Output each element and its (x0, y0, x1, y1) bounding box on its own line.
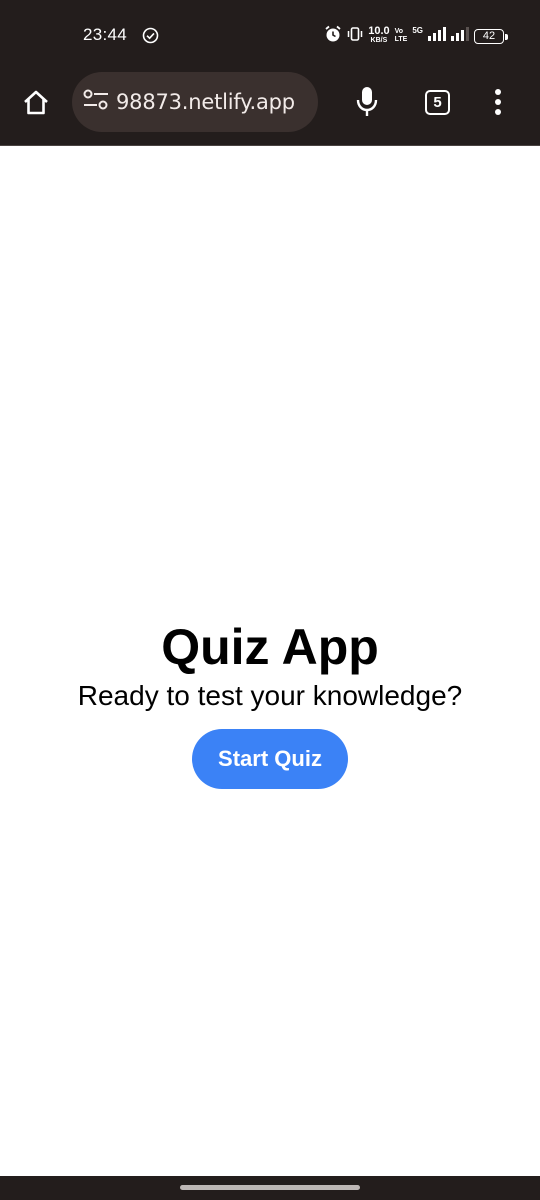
signal-icon-2 (451, 26, 469, 46)
net-speed: 10.0 KB/S (368, 25, 390, 45)
url-text: 98873.netlify.app (116, 90, 295, 114)
tab-switcher-button[interactable]: 5 (425, 90, 450, 115)
page-content: Quiz App Ready to test your knowledge? S… (0, 147, 540, 1176)
network-type: 5G (412, 25, 423, 35)
browser-toolbar: 98873.netlify.app 5 (0, 72, 540, 146)
volte-badge: Vo LTE (394, 28, 408, 43)
home-button[interactable] (20, 87, 52, 119)
site-settings-icon[interactable] (82, 88, 110, 117)
alarm-icon (324, 25, 342, 48)
page-subtitle: Ready to test your knowledge? (77, 680, 463, 711)
gesture-handle[interactable] (180, 1185, 360, 1190)
status-icons: 10.0 KB/S Vo LTE 5G 42 (324, 24, 508, 48)
signal-icon (428, 26, 446, 46)
page-title: Quiz App (161, 619, 379, 675)
vibrate-icon (347, 26, 363, 47)
start-quiz-button[interactable]: Start Quiz (192, 729, 348, 789)
more-vert-icon (495, 89, 501, 115)
battery-indicator: 42 (474, 28, 508, 44)
status-bar: 23:44 10.0 KB/S Vo LTE 5G 42 (0, 0, 540, 72)
mic-icon (356, 87, 378, 116)
check-circle-icon (142, 27, 159, 49)
more-menu-button[interactable] (488, 86, 508, 118)
address-bar[interactable]: 98873.netlify.app (72, 72, 318, 132)
home-icon (24, 90, 48, 115)
voice-search-button[interactable] (352, 84, 382, 120)
navigation-bar (0, 1176, 540, 1200)
status-time: 23:44 (83, 25, 128, 44)
